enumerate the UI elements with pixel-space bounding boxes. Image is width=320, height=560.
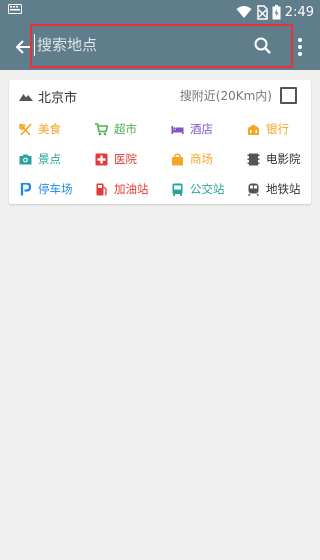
gas-station-icon: [96, 183, 107, 195]
category-gas-station[interactable]: 加油站: [85, 174, 161, 204]
more-vert-icon[interactable]: [294, 36, 306, 58]
category-label: 景点: [38, 152, 61, 166]
category-parking[interactable]: 停车场: [9, 174, 85, 204]
app-bar: [0, 24, 320, 70]
category-subway[interactable]: 地铁站: [237, 174, 311, 204]
bank-icon: [248, 124, 259, 135]
category-card: 北京市 搜附近(20Km内) 美食 超市 酒店 银行 景点 医院 商场 电影院 …: [9, 80, 311, 204]
category-label: 商场: [190, 152, 213, 166]
bus-icon: [172, 183, 183, 196]
camera-icon: [19, 154, 32, 164]
category-label: 酒店: [190, 122, 213, 136]
category-label: 银行: [266, 122, 289, 136]
battery-icon: [272, 4, 281, 19]
shopping-bag-icon: [172, 152, 183, 165]
category-hospital[interactable]: 医院: [85, 144, 161, 174]
parking-icon: [20, 182, 32, 195]
category-label: 超市: [114, 122, 137, 136]
category-mall[interactable]: 商场: [161, 144, 237, 174]
category-food[interactable]: 美食: [9, 114, 85, 144]
hospital-cross-icon: [95, 153, 108, 165]
status-indicators: 2:49: [236, 3, 314, 21]
category-bus-stop[interactable]: 公交站: [161, 174, 237, 204]
category-bank[interactable]: 银行: [237, 114, 311, 144]
city-selector[interactable]: 北京市: [19, 87, 77, 106]
category-label: 美食: [38, 122, 61, 136]
category-cinema[interactable]: 电影院: [237, 144, 311, 174]
category-label: 地铁站: [266, 182, 301, 196]
search-icon[interactable]: [252, 35, 274, 57]
category-supermarket[interactable]: 超市: [85, 114, 161, 144]
cart-icon: [95, 122, 108, 135]
mountain-icon: [19, 93, 33, 101]
category-attraction[interactable]: 景点: [9, 144, 85, 174]
wifi-icon: [236, 6, 252, 18]
category-hotel[interactable]: 酒店: [161, 114, 237, 144]
card-header: 北京市 搜附近(20Km内): [9, 80, 311, 112]
category-label: 加油站: [114, 182, 149, 196]
search-input[interactable]: [34, 34, 217, 56]
city-label: 北京市: [38, 91, 78, 106]
category-label: 医院: [114, 152, 137, 166]
clock: 2:49: [284, 4, 314, 20]
nearby-checkbox[interactable]: [280, 87, 297, 104]
no-sim-icon: [257, 4, 268, 20]
category-label: 电影院: [266, 152, 301, 166]
arrow-back-icon: [15, 40, 30, 54]
film-icon: [247, 153, 260, 165]
category-grid: 美食 超市 酒店 银行 景点 医院 商场 电影院 停车场 加油站 公交站 地铁站: [9, 114, 311, 204]
nearby-label: 搜附近(20Km内): [179, 89, 272, 103]
nearby-option: 搜附近(20Km内): [180, 87, 297, 104]
subway-icon: [248, 183, 259, 196]
status-bar: 2:49: [0, 0, 320, 24]
category-label: 公交站: [190, 182, 225, 196]
bed-icon: [171, 125, 184, 134]
fork-knife-icon: [19, 122, 32, 136]
category-label: 停车场: [38, 182, 73, 196]
keyboard-icon: [8, 4, 22, 14]
